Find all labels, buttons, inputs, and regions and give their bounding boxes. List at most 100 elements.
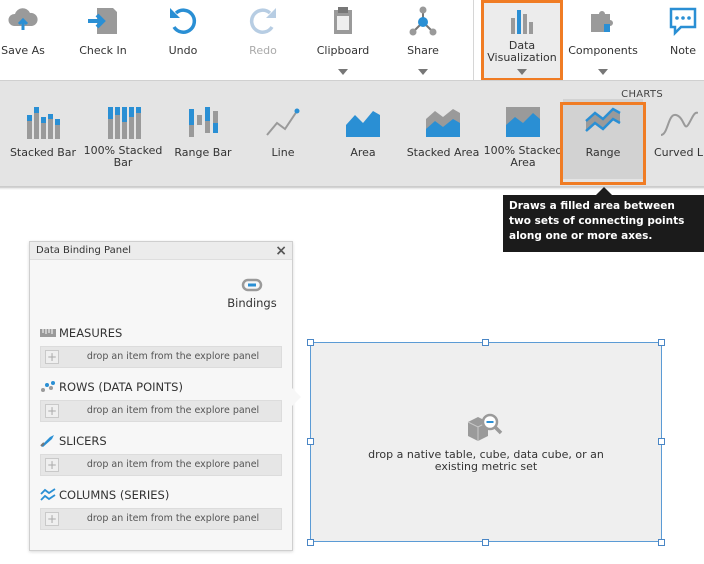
ruler-icon (40, 329, 56, 337)
line-chart-icon (266, 108, 300, 136)
chart-label: 100% Stacked Area (483, 144, 563, 169)
chart-line[interactable]: Line (243, 99, 323, 179)
range-chart-tooltip: Draws a filled area between two sets of … (503, 195, 704, 252)
chart-label: 100% Stacked Bar (83, 144, 163, 169)
percent-stacked-bar-chart-icon (108, 107, 141, 139)
data-visualization-highlight (481, 0, 563, 81)
chart-label: Line (271, 146, 295, 159)
share-dropdown-icon (418, 69, 428, 75)
plus-icon[interactable]: + (45, 512, 59, 526)
percent-stacked-area-chart-icon (506, 107, 540, 137)
panel-titlebar[interactable]: Data Binding Panel × (30, 242, 292, 260)
chart-label: Stacked Area (406, 146, 480, 159)
slicers-section-header: SLICERS (40, 433, 107, 449)
chart-100-stacked-bar[interactable]: 100% Stacked Bar (83, 99, 163, 179)
redo-label: Redo (249, 44, 277, 57)
chart-range-bar[interactable]: Range Bar (163, 99, 243, 179)
bindings-label: Bindings (227, 296, 277, 310)
plus-icon[interactable]: + (45, 350, 59, 364)
plus-icon[interactable]: + (45, 458, 59, 472)
measures-dropzone[interactable]: + drop an item from the explore panel (40, 346, 282, 368)
components-label: Components (568, 44, 638, 57)
resize-handle-se[interactable] (658, 539, 665, 546)
tooltip-arrow (596, 187, 612, 195)
resize-handle-s[interactable] (482, 539, 489, 546)
save-as-label: Save As (1, 44, 45, 57)
dropzone-placeholder: drop an item from the explore panel (86, 459, 260, 470)
check-in-button[interactable]: Check In (74, 0, 132, 80)
share-label: Share (407, 44, 439, 57)
chart-stacked-bar[interactable]: Stacked Bar (3, 99, 83, 179)
panel-title: Data Binding Panel (36, 245, 131, 256)
share-button[interactable]: Share (400, 0, 446, 80)
chart-label: Area (350, 146, 376, 159)
ribbon-toolbar: Save As Check In Undo Redo Clipboard Sha… (0, 0, 704, 81)
rows-dropzone[interactable]: + drop an item from the explore panel (40, 400, 282, 422)
resize-handle-nw[interactable] (307, 339, 314, 346)
note-label: Note (669, 44, 697, 57)
resize-handle-n[interactable] (482, 339, 489, 346)
note-button[interactable]: Note (662, 0, 704, 80)
resize-handle-sw[interactable] (307, 539, 314, 546)
chart-label: Stacked Bar (9, 146, 77, 159)
scatter-points-icon (41, 381, 55, 392)
resize-handle-w[interactable] (307, 438, 314, 445)
app-root: Save As Check In Undo Redo Clipboard Sha… (0, 0, 704, 564)
columns-dropzone[interactable]: + drop an item from the explore panel (40, 508, 282, 530)
clipboard-icon (334, 7, 352, 34)
clipboard-label: Clipboard (316, 44, 370, 57)
puzzle-icon (591, 11, 613, 32)
chart-stacked-area[interactable]: Stacked Area (403, 99, 483, 179)
charts-gallery: CHARTS Stacked Bar 100% Stacked Bar Rang… (0, 80, 704, 188)
panel-pointer (292, 388, 301, 406)
undo-label: Undo (168, 44, 198, 57)
stacked-area-chart-icon (426, 109, 460, 137)
share-icon (409, 6, 437, 36)
dropzone-placeholder: drop an item from the explore panel (86, 351, 260, 362)
ribbon-separator (473, 0, 474, 80)
link-icon (241, 278, 263, 292)
area-chart-icon (346, 111, 380, 137)
cube-search-icon (467, 413, 503, 441)
clipboard-dropdown-icon (338, 69, 348, 75)
range-bar-chart-icon (189, 107, 218, 137)
section-label: SLICERS (59, 434, 107, 448)
section-label: MEASURES (59, 326, 123, 340)
slicers-dropzone[interactable]: + drop an item from the explore panel (40, 454, 282, 476)
chart-label: Range Bar (174, 146, 232, 159)
dropzone-placeholder: drop an item from the explore panel (86, 513, 260, 524)
redo-icon (249, 8, 276, 34)
data-binding-panel: Data Binding Panel × Bindings MEASURES +… (29, 241, 293, 551)
clipboard-button[interactable]: Clipboard (312, 0, 374, 80)
range-chart-highlight (560, 102, 646, 185)
save-as-button[interactable]: Save As (0, 0, 46, 80)
chart-area[interactable]: Area (323, 99, 403, 179)
curved-line-chart-icon (660, 111, 698, 136)
series-lines-icon (40, 488, 56, 501)
knife-icon (40, 435, 54, 447)
redo-button[interactable]: Redo (240, 0, 286, 80)
check-in-icon (88, 8, 117, 34)
components-button[interactable]: Components (568, 0, 638, 80)
undo-button[interactable]: Undo (160, 0, 206, 80)
section-label: COLUMNS (SERIES) (59, 488, 170, 502)
close-icon[interactable]: × (275, 243, 287, 259)
rows-section-header: ROWS (DATA POINTS) (40, 379, 183, 395)
dropzone-placeholder: drop an item from the explore panel (86, 405, 260, 416)
chart-curved-line[interactable]: Curved Li (648, 99, 704, 179)
bindings-button[interactable]: Bindings (227, 276, 277, 316)
columns-section-header: COLUMNS (SERIES) (40, 487, 169, 503)
components-dropdown-icon (598, 69, 608, 75)
placeholder-prompt: drop a native table, cube, data cube, or… (368, 448, 604, 473)
note-icon (669, 7, 697, 37)
cloud-upload-icon (8, 8, 38, 30)
chart-label: Curved Li (654, 146, 704, 159)
undo-icon (170, 8, 197, 34)
check-in-label: Check In (79, 44, 127, 57)
measures-section-header: MEASURES (40, 325, 122, 341)
plus-icon[interactable]: + (45, 404, 59, 418)
chart-100-stacked-area[interactable]: 100% Stacked Area (483, 99, 563, 179)
resize-handle-e[interactable] (658, 438, 665, 445)
stacked-bar-chart-icon (27, 107, 60, 139)
resize-handle-ne[interactable] (658, 339, 665, 346)
